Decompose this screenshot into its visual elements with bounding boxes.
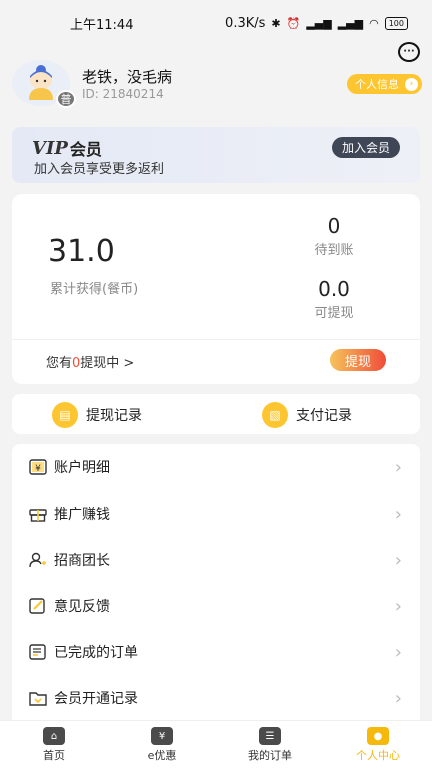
coupon-icon: ¥ [151, 727, 173, 745]
withdraw-record-icon: ▤ [52, 402, 78, 428]
chevron-right-icon: › [394, 503, 402, 525]
folder-icon [29, 690, 47, 706]
user-id: ID: 21840214 [82, 87, 164, 101]
tab-home-label: 首页 [43, 749, 65, 762]
menu-label: 已完成的订单 [54, 645, 138, 661]
network-speed: 0.3K/s [225, 15, 266, 31]
menu-item-account-details[interactable]: ¥ 账户明细 › [12, 444, 420, 490]
gift-icon [29, 506, 47, 522]
home-icon: ⌂ [43, 727, 65, 745]
tab-profile-label: 个人中心 [356, 749, 400, 762]
divider [12, 339, 420, 340]
bluetooth-icon: ✱ [271, 16, 281, 30]
payment-record-icon: ▧ [262, 402, 288, 428]
vip-title-text: 会员 [69, 140, 102, 159]
chevron-right-icon: › [394, 687, 402, 709]
tab-profile[interactable]: ● 个人中心 [338, 727, 418, 763]
user-add-icon [29, 552, 47, 568]
withdrawing-suffix: 提现中 > [80, 356, 135, 371]
avatar-illustration [29, 65, 53, 100]
message-icon[interactable]: ··· [398, 42, 420, 62]
payment-record-label: 支付记录 [296, 408, 352, 424]
menu-item-vip-records[interactable]: 会员开通记录 › [12, 675, 420, 721]
menu-item-feedback[interactable]: 意见反馈 › [12, 583, 420, 629]
signal-icon: ▂▄▆ [306, 16, 332, 30]
order-icon: ☰ [259, 727, 281, 745]
chevron-right-icon: › [394, 641, 402, 663]
withdraw-button[interactable]: 提现 [330, 349, 386, 371]
user-icon: ● [367, 727, 389, 745]
tab-discount[interactable]: ¥ e优惠 [122, 727, 202, 763]
withdrawing-link[interactable]: 您有0提现中 > [46, 352, 134, 371]
total-earned-label: 累计获得(餐币) [50, 282, 139, 297]
menu-label: 意见反馈 [54, 599, 110, 615]
chevron-right-icon: › [394, 549, 402, 571]
menu-item-promote-earn[interactable]: 推广赚钱 › [12, 491, 420, 537]
chevron-right-icon: › [394, 456, 402, 478]
edit-icon [29, 598, 47, 614]
vip-subtitle: 加入会员享受更多返利 [34, 162, 165, 177]
pending-value[interactable]: 0 [292, 214, 376, 238]
username: 老铁，没毛病 [82, 68, 173, 86]
tab-home[interactable]: ⌂ 首页 [14, 727, 94, 763]
withdraw-record-button[interactable]: ▤ 提现记录 [52, 402, 142, 428]
tab-orders[interactable]: ☰ 我的订单 [230, 727, 310, 763]
wifi-icon: ◠ [369, 16, 379, 30]
menu-label: 账户明细 [54, 460, 110, 476]
alarm-icon: ⏰ [286, 16, 301, 30]
payment-record-button[interactable]: ▧ 支付记录 [262, 402, 352, 428]
signal-icon-2: ▂▄▆ [337, 16, 364, 30]
personal-info-button[interactable]: 个人信息 › [347, 74, 422, 94]
menu-label: 招商团长 [54, 553, 110, 569]
total-earned-value: 31.0 [48, 234, 115, 269]
vip-title: VIP 会员 [32, 136, 102, 160]
avatar[interactable]: 普 [12, 60, 76, 108]
join-vip-button[interactable]: 加入会员 [331, 137, 400, 158]
menu-list: ¥ 账户明细 › 推广赚钱 › 招商团长 › 意见反馈 › 已完成的订单 › 会… [12, 444, 420, 724]
chevron-right-icon: › [405, 77, 418, 91]
yen-card-icon: ¥ [29, 459, 47, 475]
vip-logo: VIP [32, 137, 68, 159]
profile-header: 普 老铁，没毛病 ID: 21840214 个人信息 › [12, 60, 422, 110]
status-time: 上午11:44 [70, 17, 134, 33]
battery-icon: 100 [384, 16, 408, 30]
tab-discount-label: e优惠 [147, 749, 177, 762]
level-badge: 普 [56, 90, 76, 108]
available-value[interactable]: 0.0 [292, 277, 376, 301]
menu-item-recruit-leader[interactable]: 招商团长 › [12, 537, 420, 583]
bottom-tabbar: ⌂ 首页 ¥ e优惠 ☰ 我的订单 ● 个人中心 [0, 720, 432, 768]
status-indicators: 0.3K/s ✱ ⏰ ▂▄▆ ▂▄▆ ◠ 100 [225, 16, 408, 31]
tab-orders-label: 我的订单 [248, 749, 292, 762]
records-card: ▤ 提现记录 ▧ 支付记录 [12, 394, 420, 434]
vip-banner[interactable]: VIP 会员 加入会员享受更多返利 加入会员 [12, 127, 420, 183]
menu-label: 会员开通记录 [54, 691, 138, 707]
svg-text:¥: ¥ [35, 464, 41, 474]
status-bar: 上午11:44 0.3K/s ✱ ⏰ ▂▄▆ ▂▄▆ ◠ 100 [0, 0, 432, 46]
withdrawing-prefix: 您有 [46, 356, 73, 371]
menu-label: 推广赚钱 [54, 507, 110, 523]
withdraw-record-label: 提现记录 [86, 408, 142, 424]
menu-item-completed-orders[interactable]: 已完成的订单 › [12, 629, 420, 675]
chevron-right-icon: › [394, 595, 402, 617]
personal-info-label: 个人信息 [355, 78, 399, 91]
available-label: 可提现 [314, 306, 354, 321]
earnings-card: 31.0 累计获得(餐币) 0 待到账 0.0 可提现 您有0提现中 > 提现 [12, 194, 420, 384]
pending-label: 待到账 [314, 243, 354, 258]
order-list-icon [29, 644, 47, 660]
